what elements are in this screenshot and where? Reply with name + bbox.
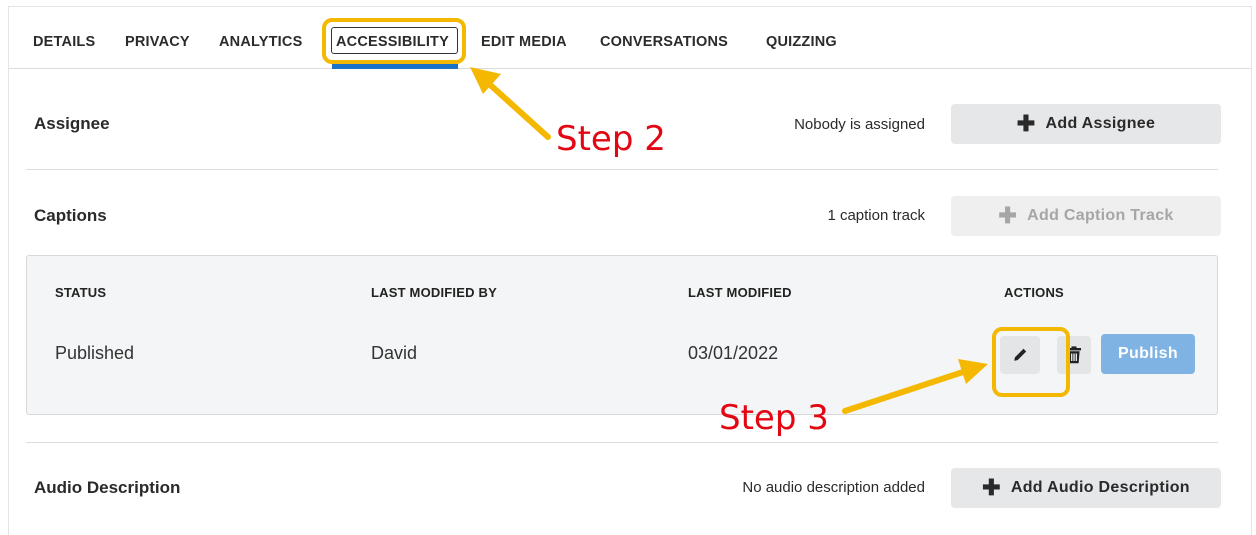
audio-description-title: Audio Description: [34, 478, 181, 497]
tab-edit-media[interactable]: EDIT MEDIA: [481, 34, 567, 50]
captions-title: Captions: [34, 206, 107, 225]
add-caption-track-label: Add Caption Track: [1027, 207, 1174, 224]
section-divider: [26, 169, 1218, 170]
add-assignee-label: Add Assignee: [1045, 115, 1156, 132]
assignee-title: Assignee: [34, 114, 110, 133]
captions-table: STATUS LAST MODIFIED BY LAST MODIFIED AC…: [26, 255, 1218, 415]
step2-label: Step 2: [556, 119, 666, 159]
tab-bar: DETAILS PRIVACY ANALYTICS ACCESSIBILITY …: [9, 7, 1251, 69]
tab-focus-outline: [331, 27, 458, 54]
tab-conversations[interactable]: CONVERSATIONS: [600, 34, 728, 50]
captions-status: 1 caption track: [827, 207, 925, 224]
cell-last-modified: 03/01/2022: [688, 343, 779, 363]
add-caption-track-button[interactable]: ✚ Add Caption Track: [951, 196, 1221, 236]
add-audio-description-button[interactable]: ✚ Add Audio Description: [951, 468, 1221, 508]
plus-icon: ✚: [982, 475, 1001, 500]
column-header-status: STATUS: [55, 285, 107, 300]
plus-icon: ✚: [1016, 111, 1036, 136]
edit-caption-button[interactable]: [1000, 336, 1040, 374]
section-divider: [26, 442, 1218, 443]
publish-button[interactable]: Publish: [1101, 334, 1195, 374]
cell-status: Published: [55, 343, 135, 363]
tab-details[interactable]: DETAILS: [33, 34, 95, 50]
plus-icon: ✚: [998, 203, 1018, 228]
add-audio-description-label: Add Audio Description: [1010, 479, 1190, 496]
cell-modified-by: David: [371, 343, 418, 363]
tab-analytics[interactable]: ANALYTICS: [219, 34, 302, 50]
tab-privacy[interactable]: PRIVACY: [125, 34, 190, 50]
tab-quizzing[interactable]: QUIZZING: [766, 34, 837, 50]
delete-caption-button[interactable]: [1057, 336, 1091, 374]
pencil-icon: [1014, 348, 1027, 361]
assignee-status: Nobody is assigned: [794, 116, 925, 133]
column-header-actions: ACTIONS: [1004, 285, 1064, 300]
add-assignee-button[interactable]: ✚ Add Assignee: [951, 104, 1221, 144]
audio-description-status: No audio description added: [742, 479, 925, 496]
column-header-last-modified: LAST MODIFIED: [688, 285, 792, 300]
trash-icon: [1067, 346, 1081, 364]
step3-label: Step 3: [719, 398, 829, 438]
active-tab-indicator: [332, 64, 458, 69]
column-header-last-modified-by: LAST MODIFIED BY: [371, 285, 497, 300]
